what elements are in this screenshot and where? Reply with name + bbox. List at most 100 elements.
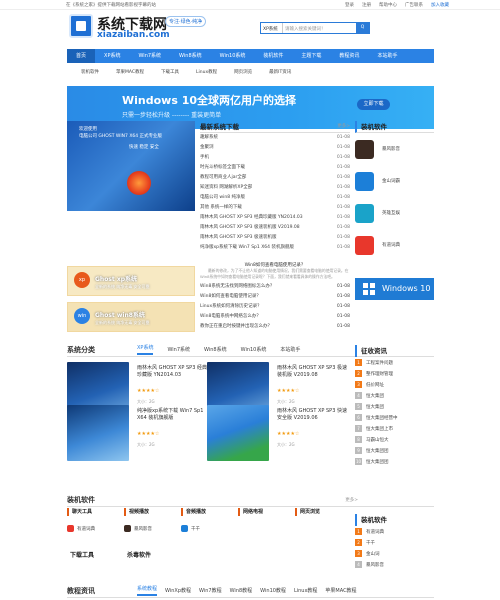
tab-xp[interactable]: XP系统 <box>137 344 154 355</box>
tab-sys-tutorial[interactable]: 系统教程 <box>137 585 158 596</box>
tab-winxp-tutorial[interactable]: WinXp教程 <box>165 587 191 594</box>
install-sidebar-item[interactable]: 2 千千 <box>355 537 434 548</box>
tab-win10-tutorial[interactable]: Win10教程 <box>260 587 286 594</box>
subnav-item[interactable]: 最新IT资讯 <box>269 69 291 75</box>
ranking-item[interactable]: 2 整作理财管理 <box>355 368 434 379</box>
news-row[interactable]: 雨林木风 GHOST XP SP3 经典珍藏版 YN2014.03 01-08 <box>200 213 350 223</box>
subnav-item[interactable]: 网页浏览 <box>234 69 252 75</box>
software-item[interactable]: 英雄互娱 <box>355 197 434 229</box>
software-item[interactable]: 有道词典 <box>355 229 434 261</box>
install-sidebar-item[interactable]: 1 有道词典 <box>355 526 434 537</box>
latest-more-link[interactable]: 更多> <box>337 123 350 129</box>
search-button[interactable]: Q <box>356 23 369 33</box>
tab-linux-tutorial[interactable]: Linux教程 <box>294 587 317 594</box>
category-browser[interactable]: 网页浏览 <box>295 508 350 516</box>
qa-row[interactable]: Win8电脑系统中网络怎么办？ 01-08 <box>200 312 350 322</box>
help-link[interactable]: 帮助中心 <box>379 2 397 8</box>
news-ranking: 征收资讯 1 工程案件问题 2 整作理财管理 3 低价网址 4 恒大集团 5 恒大集团 6 恒大集团经… <box>355 345 434 467</box>
antivirus-link[interactable]: 杀毒软件 <box>127 550 151 559</box>
tab-helper[interactable]: 本站助手 <box>280 346 300 353</box>
news-row[interactable]: 电脑公司 win8 纯净版 01-08 <box>200 193 350 203</box>
news-row[interactable]: 教程可用商业人jar全部 01-08 <box>200 173 350 183</box>
nav-home[interactable]: 首页 <box>67 49 96 63</box>
news-row[interactable]: 雨林木风 GHOST XP SP3 极速装机版 V2019.08 01-08 <box>200 223 350 233</box>
ranking-item[interactable]: 6 恒大集团经营中 <box>355 412 434 423</box>
category-video[interactable]: 视频播放 暴风影音 <box>124 508 179 532</box>
qa-row[interactable]: 教你正在重启时按键并出现怎么办？ 01-08 <box>200 322 350 332</box>
category-audio[interactable]: 音频播放 千千 <box>181 508 236 532</box>
logo-url: xiazaiban.com <box>97 30 170 40</box>
nav-win8[interactable]: Win8系统 <box>170 49 211 63</box>
subnav-item[interactable]: 苹果MAC教程 <box>116 69 144 75</box>
news-row[interactable]: 时光斗桥标签全面下载 01-08 <box>200 163 350 173</box>
nav-themes[interactable]: 主题下载 <box>292 49 330 63</box>
nav-software[interactable]: 装机软件 <box>254 49 292 63</box>
install-more-link[interactable]: 更多> <box>345 497 358 503</box>
login-link[interactable]: 登录 <box>345 2 354 8</box>
subnav-item[interactable]: 装机软件 <box>81 69 99 75</box>
featured-screenshot[interactable]: 欢迎使用 电脑公司 GHOST WIN7 X64 正式专业版 快速 稳定 安全 <box>67 121 195 211</box>
ranking-item[interactable]: 9 恒大集团团 <box>355 445 434 456</box>
banner-subtitle: 只需一步轻松升级 -------- 重装更简单 <box>122 112 222 119</box>
system-card[interactable]: 纯净版xp系统下载 Win7 Sp1 X64 装机旗舰版 ★★★★☆ 大小：2G <box>67 405 207 469</box>
tutorial-tabs: 教程资讯 系统教程 WinXp教程 Win7教程 Win8教程 Win10教程 … <box>67 584 434 598</box>
qa-row[interactable]: Linux系统如何清除历史记录？ 01-08 <box>200 302 350 312</box>
ranking-item[interactable]: 3 低价网址 <box>355 379 434 390</box>
ranking-item[interactable]: 1 工程案件问题 <box>355 357 434 368</box>
tab-win8-tutorial[interactable]: Win8教程 <box>230 587 253 594</box>
category-tv[interactable]: 网络电视 <box>238 508 293 516</box>
ranking-item[interactable]: 4 恒大集团 <box>355 390 434 401</box>
register-link[interactable]: 注册 <box>362 2 371 8</box>
banner-download-button[interactable]: 立即下载 <box>357 99 390 110</box>
windows10-promo[interactable]: Windows 10 <box>355 278 434 300</box>
ranking-item[interactable]: 10 恒大集团团 <box>355 456 434 467</box>
nav-win7[interactable]: Win7系统 <box>129 49 170 63</box>
install-sidebar-item[interactable]: 3 金山词 <box>355 548 434 559</box>
ad-contact-link[interactable]: 广告联系 <box>405 2 423 8</box>
tab-win10[interactable]: Win10系统 <box>241 346 267 353</box>
news-row[interactable]: 雨林木风 GHOST XP SP3 极速装机版 01-08 <box>200 233 350 243</box>
qa-row[interactable]: Win8系统无法找到网络图标怎么办？ 01-08 <box>200 282 350 292</box>
app-icon <box>355 235 374 255</box>
ranking-item[interactable]: 7 恒大集团上市 <box>355 423 434 434</box>
favorite-link[interactable]: 加入收藏 <box>431 2 449 8</box>
ghost-win8-promo[interactable]: win Ghost win8系统 全新的系统 纯净无毒 安全可靠 <box>67 302 195 332</box>
site-logo[interactable]: 系统下载网 xiazaiban.com <box>69 12 170 42</box>
tab-mac-tutorial[interactable]: 苹果MAC教程 <box>325 587 356 594</box>
ranking-item[interactable]: 8 马霸山恒大 <box>355 434 434 445</box>
news-row[interactable]: 纯净版xp系统下载 Win7 Sp1 X64 装机旗舰版 01-08 <box>200 243 350 253</box>
win-badge-icon: win <box>74 308 90 324</box>
ranking-item[interactable]: 5 恒大集团 <box>355 401 434 412</box>
subnav-item[interactable]: Linux教程 <box>196 69 217 75</box>
software-sidebar: 装机软件 暴风影音 金山词霸 英雄互娱 有道词典 <box>355 121 434 261</box>
subnav-item[interactable]: 下载工具 <box>161 69 179 75</box>
download-tools-link[interactable]: 下载工具 <box>70 550 94 559</box>
qa-section: Win8如何查看电脑使用记录？ 最新的修改，为了不让他人知道的电脑使用情况，我们… <box>200 262 350 332</box>
tab-win8[interactable]: Win8系统 <box>204 346 227 353</box>
system-card[interactable]: 雨林木风 GHOST XP SP3 快速安全版 V2019.06 ★★★★☆ 大小：… <box>207 405 347 469</box>
nav-xp[interactable]: XP系统 <box>95 49 129 63</box>
nav-helper[interactable]: 本站助手 <box>368 49 406 63</box>
nav-tutorials[interactable]: 教程资讯 <box>330 49 368 63</box>
install-sidebar-item[interactable]: 4 暴风影音 <box>355 559 434 570</box>
sub-nav: 装机软件 苹果MAC教程 下载工具 Linux教程 网页浏览 最新IT资讯 <box>67 66 434 78</box>
news-row[interactable]: 金聚浏 01-08 <box>200 143 350 153</box>
news-row[interactable]: 趣解系统 01-08 <box>200 133 350 143</box>
software-item[interactable]: 暴风影音 <box>355 133 434 165</box>
qa-preview: 最新的修改，为了不让他人知道的电脑使用情况，我们需要查看电脑的使用记录。在Win… <box>200 268 349 279</box>
qa-row[interactable]: Win8如何查看电脑使用记录？ 01-08 <box>200 292 350 302</box>
ranking-title: 征收资讯 <box>355 345 434 357</box>
search-category-select[interactable]: XP系统 <box>261 23 283 33</box>
news-row[interactable]: 手机 01-08 <box>200 153 350 163</box>
news-row[interactable]: 其他 系统一样的下载 01-08 <box>200 203 350 213</box>
tab-win7[interactable]: Win7系统 <box>167 346 190 353</box>
nav-win10[interactable]: Win10系统 <box>211 49 255 63</box>
software-item[interactable]: 金山词霸 <box>355 165 434 197</box>
search-input[interactable]: 请输入搜索关键词！ <box>283 23 356 33</box>
top-bar-notice: 在《系统之家》提供下载网站看影视字幕的站 <box>66 3 156 8</box>
category-chat[interactable]: 聊天工具 有道词典 <box>67 508 122 532</box>
tab-win7-tutorial[interactable]: Win7教程 <box>199 587 222 594</box>
news-row[interactable]: 知迷资料 网湖解析XP全部 01-08 <box>200 183 350 193</box>
featured-caption: 欢迎使用 电脑公司 GHOST WIN7 X64 正式专业版 快速 稳定 安全 <box>79 127 163 150</box>
ghost-xp-promo[interactable]: xp Ghost xp系统 全新的系统 纯净无毒 安全可靠 <box>67 266 195 296</box>
